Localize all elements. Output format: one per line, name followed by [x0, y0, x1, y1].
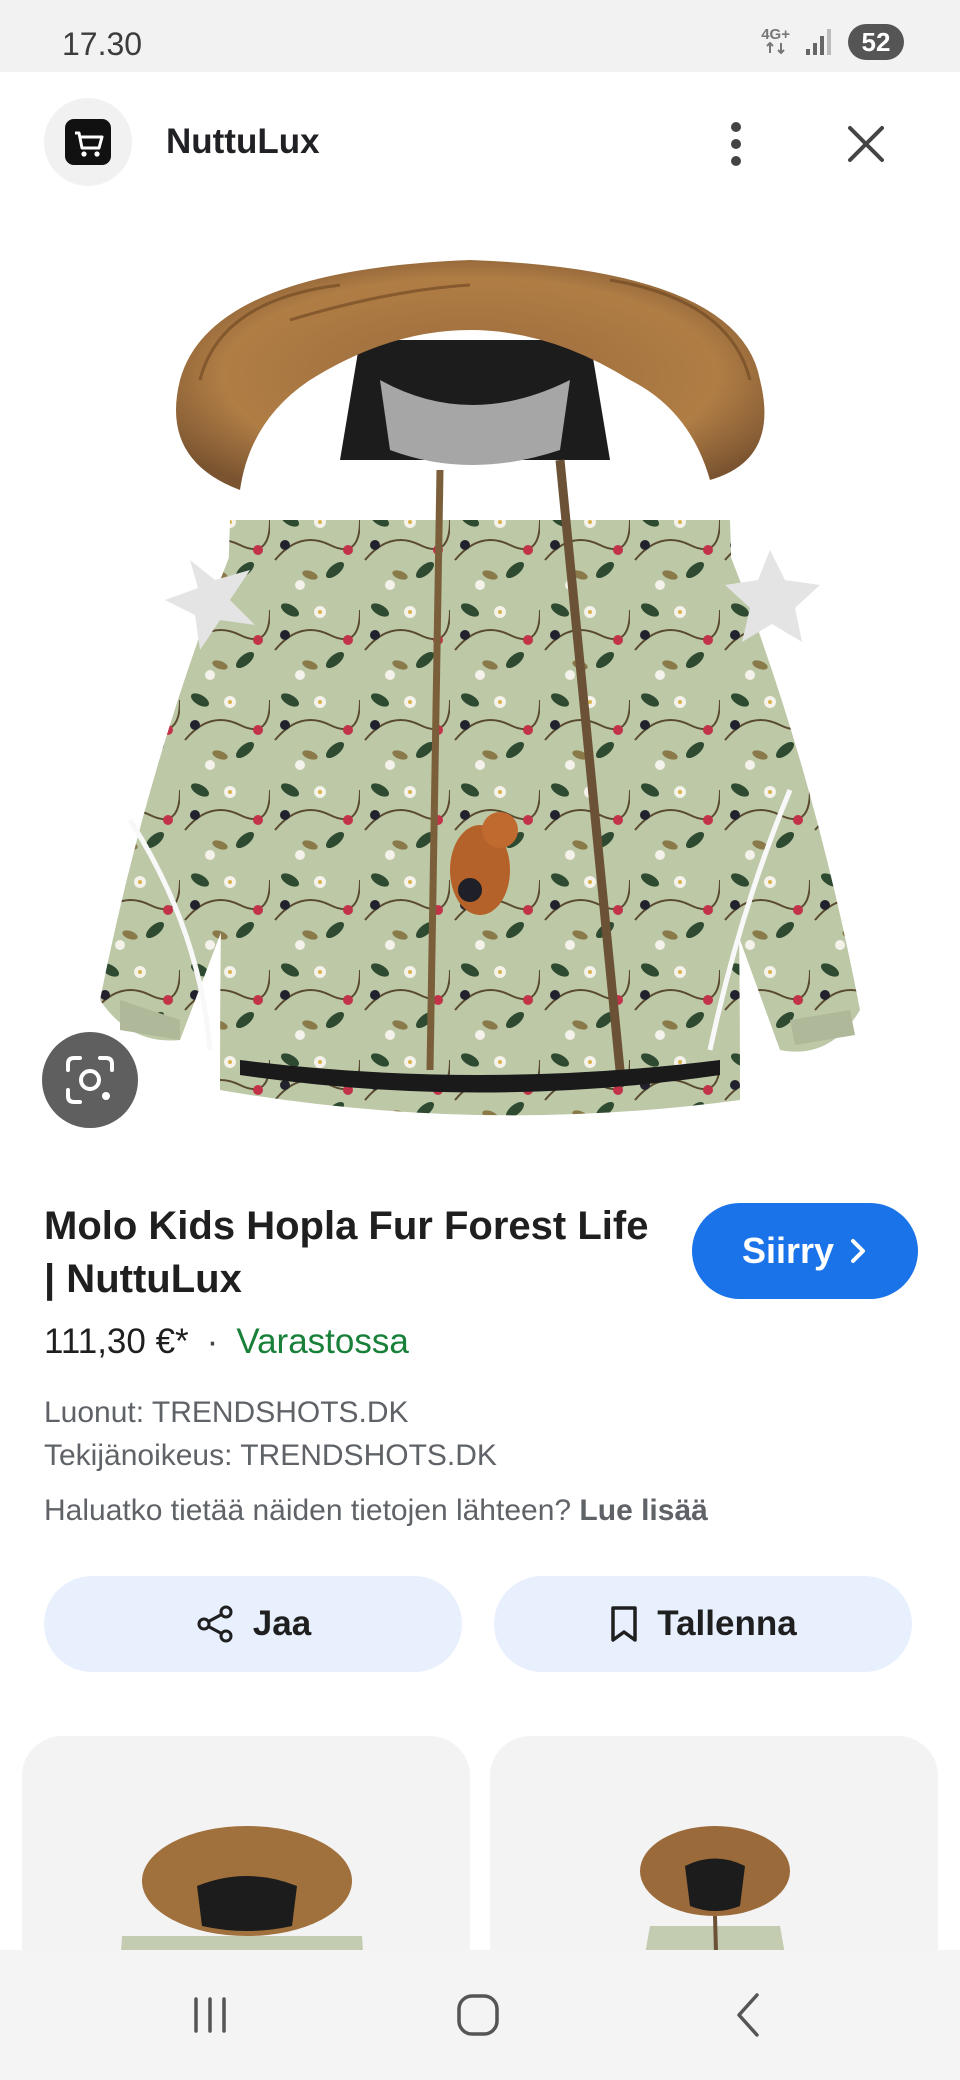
price: 111,30 €* — [44, 1322, 189, 1361]
visual-search-button[interactable] — [42, 1032, 138, 1128]
source-info: Haluatko tietää näiden tietojen lähteen?… — [44, 1494, 708, 1528]
more-vert-icon — [731, 122, 741, 166]
visit-button[interactable]: Siirry — [692, 1203, 918, 1299]
save-label: Tallenna — [657, 1604, 797, 1643]
network-type: 4G+ — [761, 25, 790, 43]
close-icon — [848, 126, 884, 162]
chevron-right-icon — [851, 1239, 866, 1263]
more-options-button[interactable] — [712, 114, 760, 174]
product-image[interactable] — [90, 230, 870, 1150]
signal-icon — [806, 29, 831, 55]
stock-status: Varastossa — [236, 1322, 409, 1361]
product-title[interactable]: Molo Kids Hopla Fur Forest Life | NuttuL… — [44, 1200, 664, 1306]
battery-indicator: 52 — [848, 24, 904, 60]
google-lens-icon — [66, 1056, 114, 1104]
learn-more-link[interactable]: Lue lisää — [579, 1494, 707, 1527]
save-button[interactable]: Tallenna — [494, 1576, 912, 1672]
status-icons: 4G+ 52 — [761, 24, 904, 60]
separator-dot: · — [206, 1322, 219, 1361]
recent-apps-icon — [194, 1997, 226, 2033]
share-label: Jaa — [252, 1604, 312, 1643]
copyright: Tekijänoikeus: TRENDSHOTS.DK — [44, 1439, 497, 1472]
created-by: Luonut: TRENDSHOTS.DK — [44, 1396, 409, 1429]
recent-apps-button[interactable] — [170, 1980, 250, 2050]
back-button[interactable] — [708, 1980, 788, 2050]
site-logo[interactable] — [44, 98, 132, 186]
navigation-bar — [0, 1950, 960, 2080]
back-icon — [737, 1993, 759, 2037]
share-icon — [197, 1605, 233, 1643]
bookmark-icon — [611, 1606, 638, 1642]
status-time: 17.30 — [62, 26, 143, 62]
visit-button-label: Siirry — [741, 1230, 835, 1271]
header: NuttuLux — [0, 72, 960, 212]
site-name[interactable]: NuttuLux — [166, 122, 320, 162]
status-bar: 17.30 4G+ 52 — [0, 0, 960, 72]
home-icon — [457, 1994, 499, 2036]
data-arrows-icon — [765, 41, 785, 54]
network-indicator: 4G+ — [761, 25, 790, 57]
share-button[interactable]: Jaa — [44, 1576, 462, 1672]
home-button[interactable] — [438, 1980, 518, 2050]
shopping-cart-icon — [65, 119, 111, 165]
close-button[interactable] — [836, 114, 896, 174]
source-question: Haluatko tietää näiden tietojen lähteen? — [44, 1494, 572, 1527]
price-row: 111,30 €* · Varastossa — [44, 1322, 409, 1362]
